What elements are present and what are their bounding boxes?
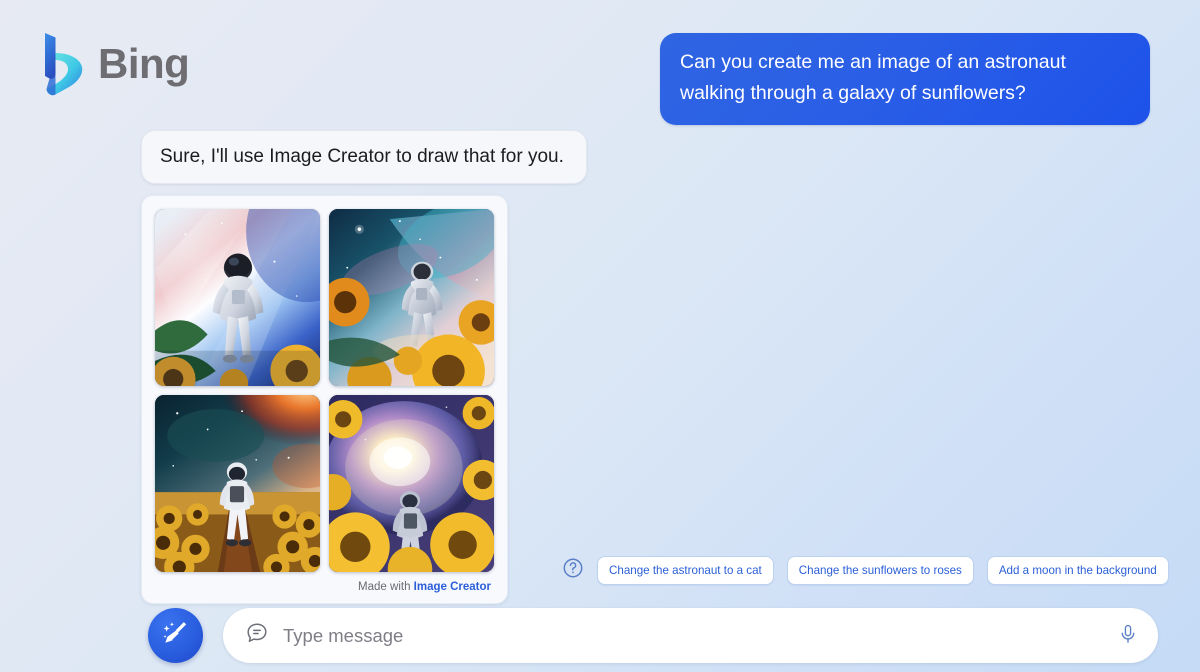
generated-image-2[interactable]	[329, 209, 494, 387]
composer-bar	[148, 608, 1158, 663]
generated-image-3[interactable]	[155, 395, 320, 573]
image-creator-attribution: Made with Image Creator	[155, 572, 494, 595]
image-grid	[155, 209, 494, 573]
broom-sparkle-icon	[160, 618, 191, 654]
new-topic-button[interactable]	[148, 608, 203, 663]
suggestion-chip-2[interactable]: Change the sunflowers to roses	[786, 556, 974, 585]
assistant-message-bubble: Sure, I'll use Image Creator to draw tha…	[141, 130, 587, 184]
question-mark-circle-icon[interactable]	[562, 557, 584, 584]
image-results-card: Made with Image Creator	[141, 195, 508, 605]
chat-bubble-icon	[245, 621, 269, 650]
suggestion-chip-3[interactable]: Add a moon in the background	[986, 556, 1169, 585]
generated-image-4[interactable]	[329, 395, 494, 573]
image-creator-link[interactable]: Image Creator	[414, 581, 491, 593]
message-input-container[interactable]	[223, 608, 1158, 663]
microphone-button[interactable]	[1106, 614, 1150, 658]
microphone-icon	[1117, 623, 1139, 648]
attribution-prefix: Made with	[358, 581, 414, 594]
message-input[interactable]	[269, 624, 1106, 647]
user-message-bubble: Can you create me an image of an astrona…	[660, 33, 1150, 125]
generated-image-1[interactable]	[155, 209, 320, 387]
suggestion-chip-1[interactable]: Change the astronaut to a cat	[597, 556, 774, 585]
suggestion-chips: Change the astronaut to a cat Change the…	[562, 556, 1169, 585]
